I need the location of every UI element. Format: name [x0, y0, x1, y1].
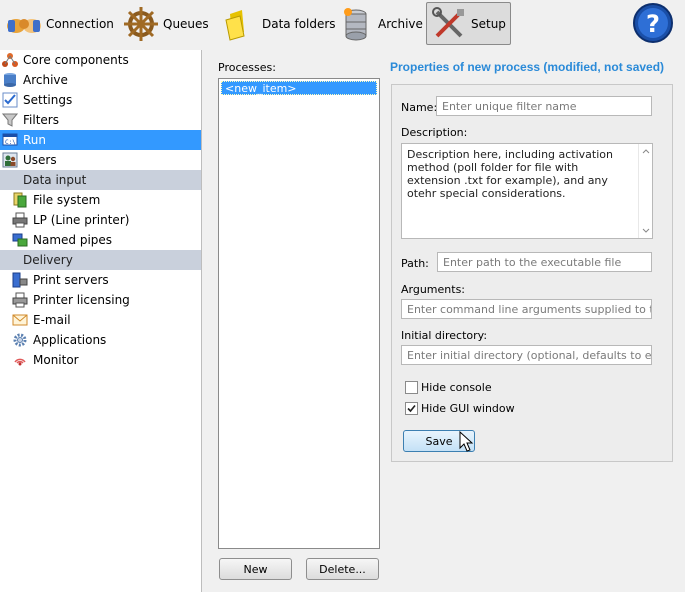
group-header-delivery: Delivery — [0, 250, 201, 270]
users-icon — [2, 152, 18, 168]
processes-label: Processes: — [218, 61, 276, 74]
archive-label: Archive — [378, 16, 423, 31]
setup-label: Setup — [471, 16, 506, 31]
printer-icon — [12, 292, 28, 308]
nav-label: Filters — [23, 113, 59, 127]
hide-gui-checkbox[interactable] — [405, 402, 418, 415]
nav-item-file-system[interactable]: File system — [0, 190, 201, 210]
toolbar: Connection Queues Data folders Archive S… — [0, 0, 685, 48]
handshake-icon — [7, 18, 41, 33]
hide-gui-row[interactable]: Hide GUI window — [405, 402, 515, 415]
data-folders-button[interactable]: Data folders — [218, 2, 340, 45]
svg-text:?: ? — [646, 10, 660, 38]
help-icon[interactable]: ? — [632, 2, 674, 44]
delete-process-button[interactable]: Delete... — [306, 558, 379, 580]
printer-icon — [12, 212, 28, 228]
nav-item-line-printer[interactable]: LP (Line printer) — [0, 210, 201, 230]
processes-list[interactable]: <new_item> — [218, 78, 380, 549]
nav-label: Users — [23, 153, 57, 167]
nav-label: File system — [33, 193, 101, 207]
description-scrollbar[interactable] — [638, 144, 652, 238]
nav-item-archive[interactable]: Archive — [0, 70, 201, 90]
nav-label: Run — [23, 133, 47, 147]
nav-label: Archive — [23, 73, 68, 87]
arguments-label: Arguments: — [401, 283, 466, 296]
ship-wheel-icon — [124, 6, 158, 41]
save-button[interactable]: Save — [403, 430, 475, 452]
initial-directory-input[interactable]: Enter initial directory (optional, defau… — [401, 345, 652, 365]
nav-label: Print servers — [33, 273, 109, 287]
monitor-signal-icon — [14, 358, 26, 366]
envelope-icon — [12, 314, 28, 326]
tools-icon — [432, 6, 464, 37]
nav-item-run[interactable]: C:\ Run — [0, 130, 201, 150]
nav-label: Printer licensing — [33, 293, 130, 307]
funnel-icon — [2, 113, 18, 127]
properties-title: Properties of new process (modified, not… — [390, 60, 665, 74]
new-process-button[interactable]: New — [219, 558, 292, 580]
nav-item-named-pipes[interactable]: Named pipes — [0, 230, 201, 250]
folder-icon — [225, 9, 245, 41]
database-icon — [344, 7, 367, 40]
svg-text:C:\: C:\ — [5, 139, 16, 146]
nav-item-filters[interactable]: Filters — [0, 110, 201, 130]
nav-label: Settings — [23, 93, 73, 107]
path-label: Path: — [401, 257, 429, 270]
print-server-icon — [12, 272, 28, 288]
nav-item-monitor[interactable]: Monitor — [0, 350, 201, 370]
description-text: Description here, including activation m… — [407, 148, 613, 200]
run-icon: C:\ — [2, 133, 18, 146]
checkmark-icon — [407, 404, 416, 413]
hide-gui-label: Hide GUI window — [421, 402, 515, 415]
nav-label: Applications — [33, 333, 107, 347]
name-label: Name: — [401, 101, 438, 114]
connection-button[interactable]: Connection — [2, 2, 118, 45]
nav-item-users[interactable]: Users — [0, 150, 201, 170]
hide-console-row[interactable]: Hide console — [405, 381, 492, 394]
hide-console-label: Hide console — [421, 381, 492, 394]
nav-item-print-servers[interactable]: Print servers — [0, 270, 201, 290]
archive-button[interactable]: Archive — [334, 2, 427, 45]
navigation-sidebar: Core components Archive Settings Filters… — [0, 50, 202, 592]
description-label: Description: — [401, 126, 468, 139]
database-icon — [4, 73, 16, 87]
setup-button[interactable]: Setup — [426, 2, 511, 45]
nav-item-applications[interactable]: Applications — [0, 330, 201, 350]
connection-label: Connection — [46, 16, 114, 31]
process-item-selected[interactable]: <new_item> — [221, 81, 377, 95]
named-pipes-icon — [12, 233, 28, 247]
nav-item-core-components[interactable]: Core components — [0, 50, 201, 70]
group-header-data-input: Data input — [0, 170, 201, 190]
nav-label: Named pipes — [33, 233, 113, 247]
queues-label: Queues — [163, 16, 209, 31]
nav-item-printer-licensing[interactable]: Printer licensing — [0, 290, 201, 310]
nav-label: Monitor — [33, 353, 79, 367]
arguments-input[interactable]: Enter command line arguments supplied to… — [401, 299, 652, 319]
queues-button[interactable]: Queues — [119, 2, 213, 45]
nav-item-email[interactable]: E-mail — [0, 310, 201, 330]
hide-console-checkbox[interactable] — [405, 381, 418, 394]
nav-label: E-mail — [33, 313, 71, 327]
initial-directory-label: Initial directory: — [401, 329, 488, 342]
scroll-arrows-icon — [642, 149, 650, 233]
gear-icon — [13, 333, 27, 347]
file-system-icon — [13, 192, 27, 208]
properties-panel: Name: Enter unique filter name Descripti… — [391, 84, 673, 462]
core-components-icon — [2, 53, 18, 67]
path-input[interactable]: Enter path to the executable file — [437, 252, 652, 272]
nav-item-settings[interactable]: Settings — [0, 90, 201, 110]
checklist-icon — [2, 92, 18, 108]
nav-label: Core components — [23, 53, 129, 67]
name-input[interactable]: Enter unique filter name — [436, 96, 652, 116]
data-folders-label: Data folders — [262, 16, 336, 31]
description-textarea[interactable]: Description here, including activation m… — [401, 143, 653, 239]
nav-label: LP (Line printer) — [33, 213, 130, 227]
